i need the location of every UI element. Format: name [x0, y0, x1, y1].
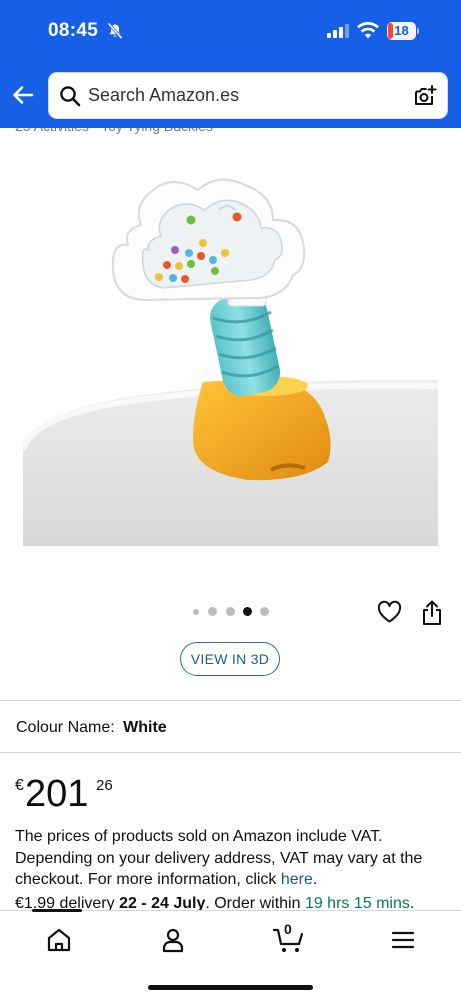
battery-level: 18: [394, 23, 409, 38]
wifi-icon: [357, 22, 379, 39]
search-icon: [60, 86, 81, 107]
bell-slash-icon: [107, 22, 123, 40]
top-header: 08:45 18: [0, 0, 461, 128]
price-fraction: 26: [96, 777, 113, 794]
share-icon[interactable]: [421, 600, 443, 626]
camera-search-icon[interactable]: [413, 84, 437, 108]
battery-cap: [417, 28, 419, 34]
price-whole: 201: [25, 773, 89, 815]
vat-text-end: .: [312, 871, 318, 888]
cart-count: 0: [284, 921, 292, 937]
vat-notice: The prices of products sold on Amazon in…: [15, 826, 447, 891]
carousel-dot[interactable]: [208, 607, 217, 616]
price-currency: €: [15, 777, 24, 794]
status-bar: 08:45 18: [0, 0, 461, 62]
divider: [0, 752, 461, 753]
home-indicator: [148, 985, 313, 990]
search-box[interactable]: [48, 72, 448, 119]
colour-value: White: [123, 719, 167, 736]
colour-label: Colour Name:: [16, 719, 115, 736]
carousel-dot[interactable]: [260, 607, 269, 616]
product-image[interactable]: [23, 150, 438, 546]
view-in-3d-button[interactable]: VIEW IN 3D: [180, 642, 280, 676]
vat-text: The prices of products sold on Amazon in…: [15, 828, 423, 888]
carousel-dot[interactable]: [226, 607, 235, 616]
status-time: 08:45: [48, 20, 99, 41]
colour-name-row: Colour Name: White: [16, 719, 167, 737]
signal-icon: [327, 24, 349, 38]
back-arrow-icon[interactable]: [10, 82, 36, 108]
carousel-dot-active[interactable]: [243, 607, 252, 616]
cart-button[interactable]: 0: [272, 921, 306, 955]
vat-info-link[interactable]: here: [281, 871, 313, 888]
account-icon[interactable]: [158, 925, 188, 955]
heart-icon[interactable]: [377, 600, 402, 624]
carousel-dot[interactable]: [193, 609, 199, 615]
home-icon[interactable]: [44, 925, 74, 955]
active-tab-indicator: [32, 909, 82, 912]
battery-indicator: 18: [387, 22, 419, 40]
menu-icon[interactable]: [388, 925, 418, 955]
search-input[interactable]: [88, 73, 398, 118]
divider: [0, 700, 461, 701]
